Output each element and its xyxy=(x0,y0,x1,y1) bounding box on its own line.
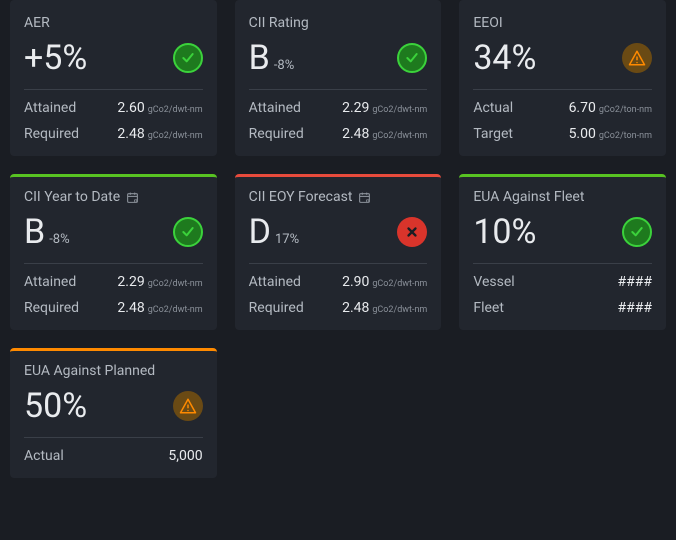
card-title: CII EOY Forecast xyxy=(249,189,428,205)
metrics: Actual 5,000 xyxy=(24,437,203,464)
metric-label: Vessel xyxy=(473,274,514,290)
metric-value: 2.48gCo2/dwt-nm xyxy=(342,300,427,316)
metric-label: Actual xyxy=(473,100,513,116)
status-ok-icon xyxy=(397,43,427,73)
metric-label: Fleet xyxy=(473,300,504,316)
metric-label: Attained xyxy=(24,100,76,116)
metrics: Attained 2.29gCo2/dwt-nm Required 2.48gCo2… xyxy=(249,89,428,142)
card-title: EEOI xyxy=(473,15,652,31)
card-title: AER xyxy=(24,15,203,31)
hero-value: D17% xyxy=(249,215,299,249)
metric-value: 2.48gCo2/dwt-nm xyxy=(117,126,202,142)
hero-value: B-8% xyxy=(249,41,295,75)
card-title: EUA Against Fleet xyxy=(473,189,652,205)
metric-value: 5.00gCo2/ton-nm xyxy=(569,126,652,142)
status-ok-icon xyxy=(173,217,203,247)
metric-label: Actual xyxy=(24,448,64,464)
metrics: Actual 6.70gCo2/ton-nm Target 5.00gCo2/ton… xyxy=(473,89,652,142)
card-eeoi[interactable]: EEOI 34% Actual 6.70gCo2/ton-nm Target 5.0… xyxy=(459,0,666,156)
metric-label: Required xyxy=(24,300,79,316)
hero-value: 50% xyxy=(24,389,87,423)
hero-row: B-8% xyxy=(249,41,428,75)
metrics: Attained 2.29gCo2/dwt-nm Required 2.48gCo2… xyxy=(24,263,203,316)
hero-value: +5% xyxy=(24,41,87,75)
status-warn-icon xyxy=(622,43,652,73)
hero-row: 34% xyxy=(473,41,652,75)
metric-value: 5,000 xyxy=(168,448,202,464)
card-title: CII Rating xyxy=(249,15,428,31)
metric-value: 2.29gCo2/dwt-nm xyxy=(342,100,427,116)
calendar-icon xyxy=(358,191,371,204)
metric-value: 2.48gCo2/dwt-nm xyxy=(117,300,202,316)
card-title: CII Year to Date xyxy=(24,189,203,205)
hero-row: B-8% xyxy=(24,215,203,249)
hero-row: 50% xyxy=(24,389,203,423)
metrics: Vessel #### Fleet #### xyxy=(473,263,652,316)
metric-label: Target xyxy=(473,126,513,142)
hero-value: 10% xyxy=(473,215,536,249)
card-aer[interactable]: AER +5% Attained 2.60gCo2/dwt-nm Required… xyxy=(10,0,217,156)
metric-value: 2.48gCo2/dwt-nm xyxy=(342,126,427,142)
hero-value: 34% xyxy=(473,41,536,75)
metric-label: Attained xyxy=(249,274,301,290)
dashboard-grid: AER +5% Attained 2.60gCo2/dwt-nm Required… xyxy=(10,0,666,478)
metric-value: #### xyxy=(618,300,652,316)
status-err-icon xyxy=(397,217,427,247)
card-title: EUA Against Planned xyxy=(24,363,203,379)
status-warn-icon xyxy=(173,391,203,421)
metric-value: 2.90gCo2/dwt-nm xyxy=(342,274,427,290)
card-eua-planned[interactable]: EUA Against Planned 50% Actual 5,000 xyxy=(10,348,217,478)
metric-label: Required xyxy=(24,126,79,142)
hero-row: D17% xyxy=(249,215,428,249)
card-cii-eoy[interactable]: CII EOY Forecast D17% Attained 2.90gCo2/d… xyxy=(235,174,442,330)
metric-label: Attained xyxy=(24,274,76,290)
hero-row: 10% xyxy=(473,215,652,249)
metrics: Attained 2.90gCo2/dwt-nm Required 2.48gCo2… xyxy=(249,263,428,316)
metric-label: Attained xyxy=(249,100,301,116)
metric-label: Required xyxy=(249,126,304,142)
status-ok-icon xyxy=(173,43,203,73)
metric-value: 2.60gCo2/dwt-nm xyxy=(117,100,202,116)
calendar-icon xyxy=(126,191,139,204)
status-ok-icon xyxy=(622,217,652,247)
metric-value: #### xyxy=(618,274,652,290)
metric-label: Required xyxy=(249,300,304,316)
hero-row: +5% xyxy=(24,41,203,75)
metrics: Attained 2.60gCo2/dwt-nm Required 2.48gCo2… xyxy=(24,89,203,142)
metric-value: 2.29gCo2/dwt-nm xyxy=(117,274,202,290)
hero-value: B-8% xyxy=(24,215,70,249)
card-cii-rating[interactable]: CII Rating B-8% Attained 2.29gCo2/dwt-nm … xyxy=(235,0,442,156)
card-cii-ytd[interactable]: CII Year to Date B-8% Attained 2.29gCo2/d… xyxy=(10,174,217,330)
metric-value: 6.70gCo2/ton-nm xyxy=(569,100,652,116)
card-eua-fleet[interactable]: EUA Against Fleet 10% Vessel #### Fleet ##… xyxy=(459,174,666,330)
